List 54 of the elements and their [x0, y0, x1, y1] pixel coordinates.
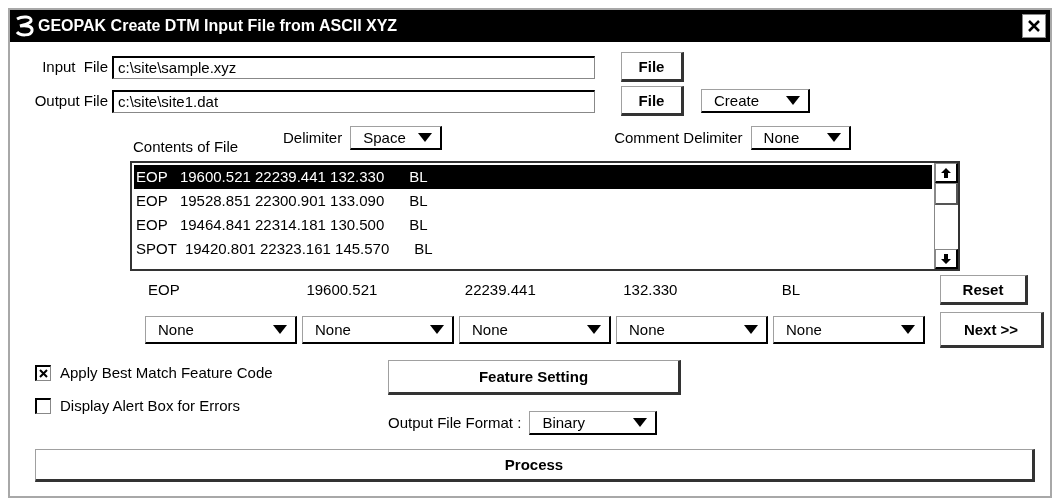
delimiter-dropdown[interactable]: Space: [350, 126, 443, 150]
contents-label: Contents of File: [133, 136, 240, 157]
checkbox[interactable]: [35, 365, 51, 382]
close-icon: [1028, 20, 1040, 32]
scrollbar[interactable]: [934, 163, 958, 269]
parsed-value: 19600.521: [306, 279, 379, 300]
caret-icon: [587, 325, 601, 334]
input-file-field[interactable]: c:\site\sample.xyz: [112, 55, 595, 79]
output-file-field[interactable]: c:\site\site1.dat: [112, 89, 595, 113]
process-button[interactable]: Process: [35, 449, 1035, 482]
check-icon: [39, 369, 48, 379]
field-type-dropdown[interactable]: None: [616, 316, 768, 344]
comment-delimiter-label: Comment Delimiter: [614, 127, 743, 148]
checkbox-label: Apply Best Match Feature Code: [60, 363, 273, 383]
reset-button[interactable]: Reset: [940, 275, 1028, 305]
field-type-dropdown[interactable]: None: [459, 316, 611, 344]
caret-icon: [901, 325, 915, 334]
feature-setting-button[interactable]: Feature Setting: [388, 360, 681, 395]
parsed-value: EOP: [148, 279, 181, 300]
next-button[interactable]: Next >>: [940, 312, 1044, 348]
output-format-dropdown[interactable]: Binary: [529, 411, 658, 435]
window-title: GEOPAK Create DTM Input File from ASCII XYZ: [38, 16, 398, 36]
scroll-down-button[interactable]: [935, 249, 958, 269]
caret-icon: [633, 418, 648, 427]
file-button[interactable]: File: [621, 86, 684, 116]
field-label: Input File: [41, 56, 109, 77]
caret-icon: [744, 325, 758, 334]
scroll-thumb[interactable]: [935, 183, 958, 205]
mode-dropdown[interactable]: Create: [701, 89, 810, 113]
checkbox-label: Display Alert Box for Errors: [60, 395, 241, 416]
parsed-value: 22239.441: [464, 279, 537, 300]
close-button[interactable]: [1022, 14, 1046, 38]
file-contents-list[interactable]: EOP 19600.521 22239.441 132.330 BL EOP 19528.851 22300.901 133.090 BL EOP 19464.841 22314.181 130.500 BL SPOT 19420.801 22323.161 145.570 BL: [130, 161, 960, 271]
field-label: Output File: [33, 90, 109, 111]
up-arrow-icon: [941, 167, 951, 178]
checkbox[interactable]: [35, 397, 51, 414]
down-arrow-icon: [941, 253, 951, 264]
list-row[interactable]: EOP 19600.521 22239.441 132.330 BL: [134, 165, 932, 189]
caret-icon: [430, 325, 444, 334]
logo-icon: [14, 15, 36, 37]
caret-icon: [786, 96, 800, 105]
field-type-dropdown[interactable]: None: [773, 316, 925, 344]
caret-icon: [418, 133, 433, 142]
scroll-up-button[interactable]: [935, 163, 958, 183]
parsed-value: BL: [781, 279, 801, 300]
output-format-label: Output File Format :: [388, 412, 522, 433]
file-button[interactable]: File: [621, 52, 684, 82]
field-type-dropdown[interactable]: None: [145, 316, 297, 344]
parsed-value: 132.330: [623, 279, 679, 300]
delimiter-label: Delimiter: [283, 127, 343, 148]
caret-icon: [826, 133, 841, 142]
caret-icon: [273, 325, 287, 334]
field-type-dropdown[interactable]: None: [302, 316, 454, 344]
comment-delimiter-dropdown[interactable]: None: [750, 126, 851, 150]
